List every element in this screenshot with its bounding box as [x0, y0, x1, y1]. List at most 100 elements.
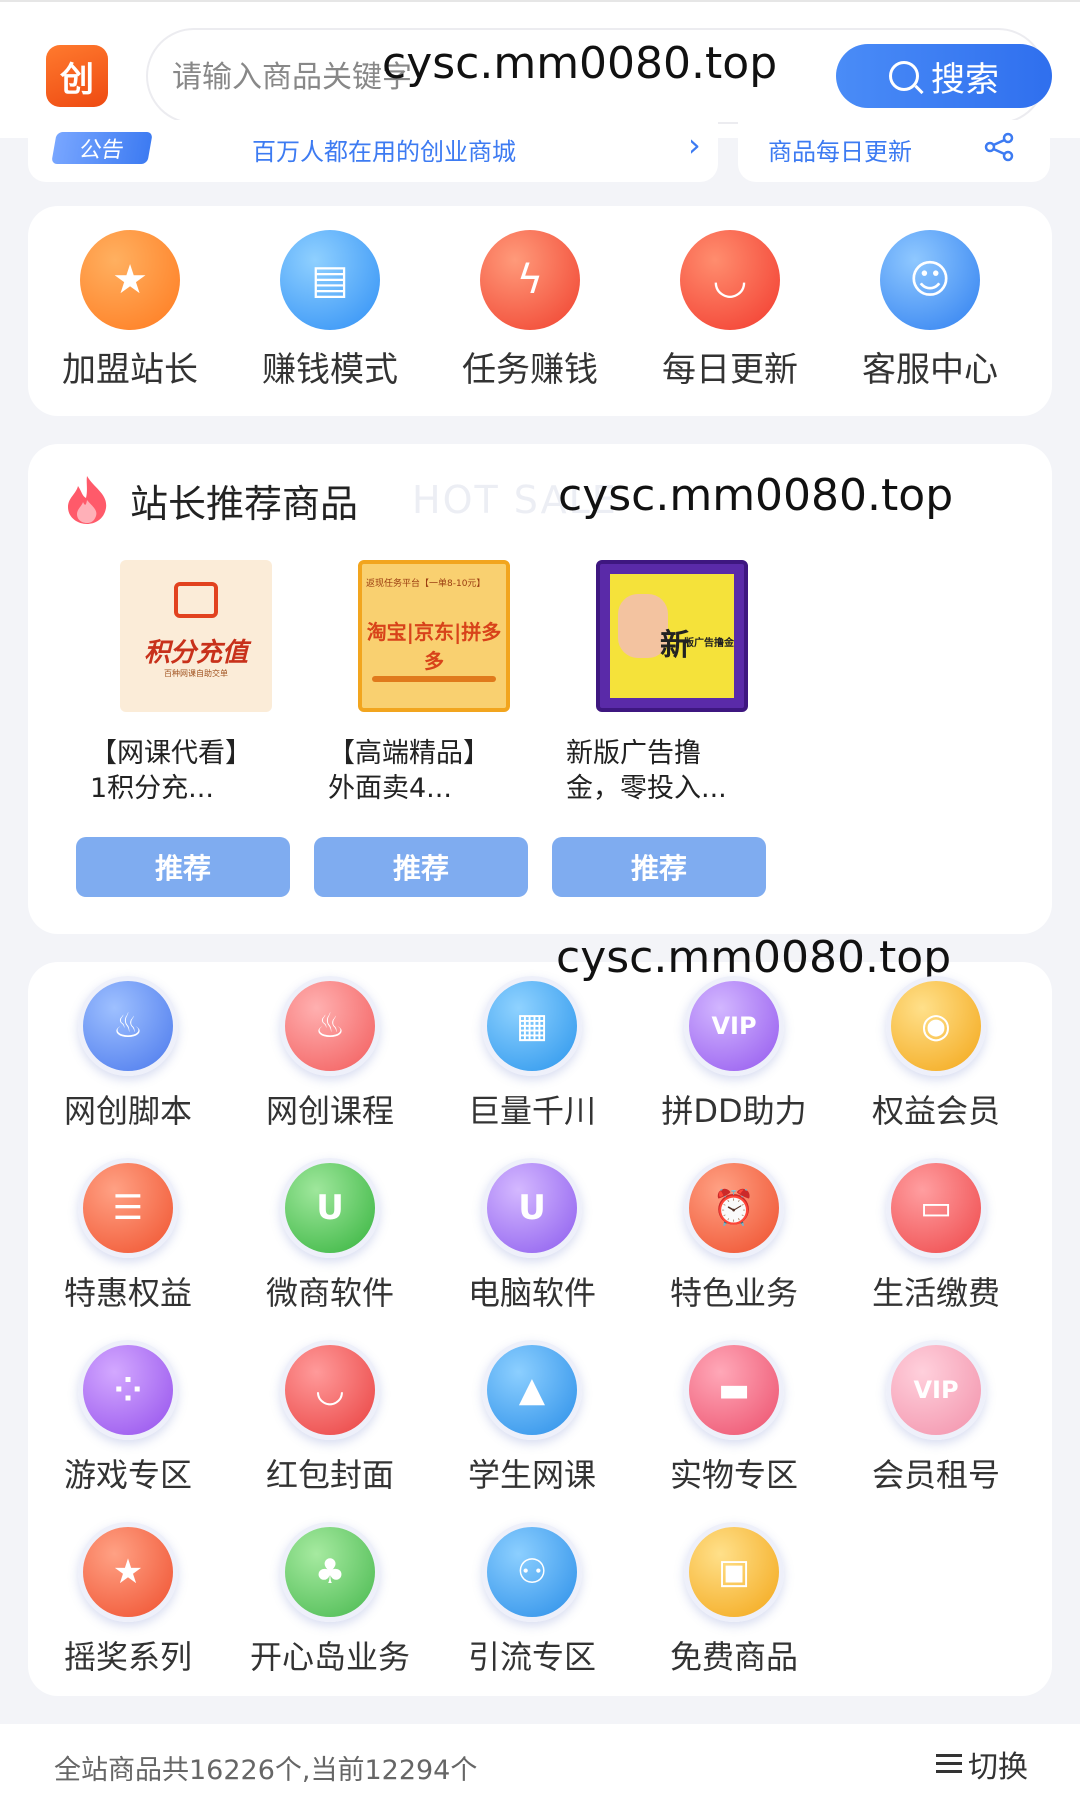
coins-icon: ◉: [886, 976, 986, 1076]
product-image-subtitle: 返现任务平台【一单8-10元】: [366, 579, 486, 589]
recommend-title: 站长推荐商品: [130, 481, 359, 526]
product-card[interactable]: 新 版广告撸金 新版广告撸 金，零投入...: [554, 560, 768, 806]
product-card[interactable]: 返现任务平台【一单8-10元】 淘宝|京东|拼多多 【高端精品】 外面卖4...: [316, 560, 530, 806]
category-item[interactable]: ⚇ 引流专区: [432, 1522, 632, 1678]
category-label: 学生网课: [467, 1456, 596, 1494]
document-icon: ▤: [280, 230, 380, 330]
footer-bar: 全站商品共16226个,当前12294个 切换: [0, 1724, 1080, 1808]
watermark-text: cysc.mm0080.top: [558, 470, 954, 521]
notice-text: 百万人都在用的创业商城: [252, 138, 516, 166]
vip-star-icon: VIP: [886, 1340, 986, 1440]
quick-nav-task[interactable]: ϟ 任务赚钱: [430, 230, 630, 391]
notice-tag: 公告: [51, 132, 153, 164]
alarm-icon: ⏰: [684, 1158, 784, 1258]
chevron-right-icon: ›: [688, 126, 701, 164]
vip-star-icon: VIP: [684, 976, 784, 1076]
product-name: 【网课代看】 1积分充...: [90, 736, 290, 806]
category-item[interactable]: ♨ 网创脚本: [28, 976, 228, 1132]
category-item[interactable]: ♨ 网创课程: [230, 976, 430, 1132]
product-image-title: 淘宝|京东|拼多多: [366, 620, 502, 673]
product-name-line: 【高端精品】: [328, 738, 490, 769]
tree-icon: ♣: [280, 1522, 380, 1622]
product-name: 【高端精品】 外面卖4...: [328, 736, 528, 806]
flame-icon: ♨: [78, 976, 178, 1076]
category-item[interactable]: VIP 会员租号: [836, 1340, 1036, 1496]
logo-text: 创: [60, 59, 94, 100]
recommend-header: 站长推荐商品: [64, 472, 358, 528]
support-icon: ☺: [880, 230, 980, 330]
category-label: 红包封面: [265, 1456, 394, 1494]
category-item[interactable]: ◉ 权益会员: [836, 976, 1036, 1132]
quick-nav-label: 赚钱模式: [262, 350, 398, 390]
share-icon[interactable]: [984, 132, 1014, 162]
product-name-line: 金，零投入...: [566, 773, 727, 804]
category-label: 游戏专区: [63, 1456, 192, 1494]
category-item[interactable]: U 电脑软件: [432, 1158, 632, 1314]
category-label: 免费商品: [669, 1638, 798, 1676]
product-name-line: 【网课代看】: [90, 738, 252, 769]
quick-nav-label: 客服中心: [862, 350, 998, 390]
category-item[interactable]: ◡ 红包封面: [230, 1340, 430, 1496]
quick-nav-join[interactable]: ★ 加盟站长: [30, 230, 230, 391]
category-item[interactable]: ▭ 生活缴费: [836, 1158, 1036, 1314]
recommend-button[interactable]: 推荐: [314, 837, 528, 897]
product-name: 新版广告撸 金，零投入...: [566, 736, 766, 806]
bag-icon: U: [482, 1158, 582, 1258]
giftbox-icon: ▣: [684, 1522, 784, 1622]
switch-view-button[interactable]: 切换: [936, 1742, 1028, 1786]
list-icon: [936, 1753, 962, 1775]
quick-nav-earn-mode[interactable]: ▤ 赚钱模式: [230, 230, 430, 391]
search-button[interactable]: 搜索: [836, 44, 1052, 108]
category-label: 特色业务: [669, 1274, 798, 1312]
category-item[interactable]: ▲ 学生网课: [432, 1340, 632, 1496]
category-item[interactable]: ♣ 开心岛业务: [230, 1522, 430, 1678]
shop-icon: ★: [80, 230, 180, 330]
category-label: 巨量千川: [467, 1092, 596, 1130]
top-bar: 创 cysc.mm0080.top 搜索: [0, 0, 1080, 138]
bag-icon: U: [280, 1158, 380, 1258]
category-item[interactable]: ▦ 巨量千川: [432, 976, 632, 1132]
category-item[interactable]: ☰ 特惠权益: [28, 1158, 228, 1314]
category-card: cysc.mm0080.top ♨ 网创脚本 ♨ 网创课程 ▦ 巨量千川 VIP…: [28, 932, 1052, 1696]
recommend-button[interactable]: 推荐: [76, 837, 290, 897]
book-icon: [174, 582, 218, 618]
update-bar[interactable]: 商品每日更新: [738, 120, 1050, 182]
product-name-line: 新版广告撸: [566, 738, 701, 769]
category-item[interactable]: VIP 拼DD助力: [634, 976, 834, 1132]
product-image: 返现任务平台【一单8-10元】 淘宝|京东|拼多多: [358, 560, 510, 712]
category-label: 特惠权益: [63, 1274, 192, 1312]
task-icon: ϟ: [480, 230, 580, 330]
product-card[interactable]: 积分充值 百种网课自助交单 【网课代看】 1积分充...: [78, 560, 292, 806]
category-item[interactable]: U 微商软件: [230, 1158, 430, 1314]
category-label: 电脑软件: [467, 1274, 596, 1312]
category-item[interactable]: ▣ 免费商品: [634, 1522, 834, 1678]
gift-icon: ▬: [684, 1340, 784, 1440]
flame-icon: [68, 476, 107, 524]
flame-icon: ♨: [280, 976, 380, 1076]
product-image-title: 积分充值: [143, 638, 248, 668]
quick-nav-label: 加盟站长: [62, 350, 198, 390]
product-image: 积分充值 百种网课自助交单: [120, 560, 272, 712]
category-item[interactable]: ⏰ 特色业务: [634, 1158, 834, 1314]
quick-nav-label: 任务赚钱: [462, 350, 598, 390]
category-label: 实物专区: [669, 1456, 798, 1494]
category-item[interactable]: ⁘ 游戏专区: [28, 1340, 228, 1496]
category-label: 网创课程: [265, 1092, 394, 1130]
product-name-line: 1积分充...: [90, 773, 214, 804]
quick-nav-daily[interactable]: ◡ 每日更新: [630, 230, 830, 391]
app-logo[interactable]: 创: [46, 45, 108, 107]
quick-nav-support[interactable]: ☺ 客服中心: [830, 230, 1030, 391]
category-item[interactable]: ★ 摇奖系列: [28, 1522, 228, 1678]
product-count-text: 全站商品共16226个,当前12294个: [54, 1755, 478, 1786]
watermark-text: cysc.mm0080.top: [382, 38, 778, 89]
graduation-icon: ▲: [482, 1340, 582, 1440]
recommend-button[interactable]: 推荐: [552, 837, 766, 897]
category-item[interactable]: ▬ 实物专区: [634, 1340, 834, 1496]
category-label: 引流专区: [467, 1638, 596, 1676]
category-label: 拼DD助力: [661, 1092, 807, 1130]
category-label: 微商软件: [265, 1274, 394, 1312]
product-image-subtitle: 版广告撸金: [684, 638, 734, 649]
quick-nav-card: ★ 加盟站长 ▤ 赚钱模式 ϟ 任务赚钱 ◡ 每日更新 ☺ 客服中心: [28, 206, 1052, 416]
grid-icon: ▦: [482, 976, 582, 1076]
notice-bar[interactable]: 公告 百万人都在用的创业商城 ›: [28, 120, 718, 182]
